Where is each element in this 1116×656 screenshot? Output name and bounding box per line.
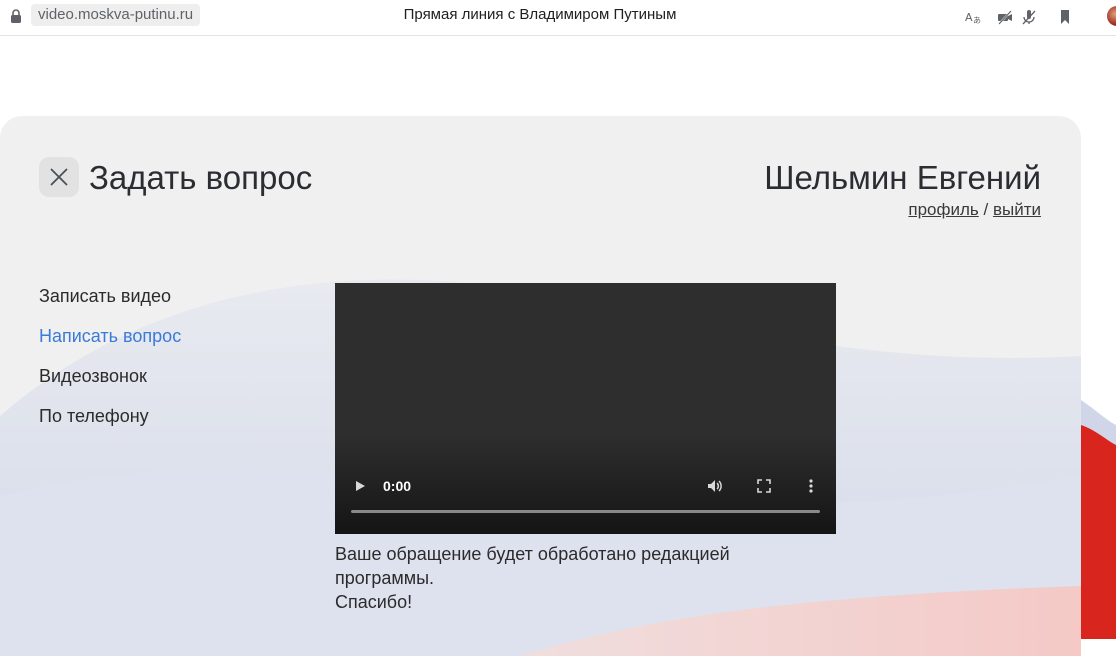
- logout-link[interactable]: выйти: [993, 200, 1041, 219]
- svg-text:あ: あ: [973, 16, 981, 25]
- video-time: 0:00: [383, 478, 412, 494]
- menu-item-by-phone[interactable]: По телефону: [39, 406, 181, 446]
- link-separator: /: [983, 200, 989, 219]
- more-options-icon[interactable]: [806, 478, 816, 494]
- page-title: Задать вопрос: [89, 159, 313, 196]
- bookmark-icon[interactable]: [1056, 8, 1074, 26]
- fullscreen-icon[interactable]: [756, 478, 772, 494]
- user-links: профиль / выйти: [908, 200, 1041, 220]
- close-button[interactable]: [39, 157, 79, 197]
- flag-decoration: [1081, 400, 1116, 639]
- profile-link[interactable]: профиль: [908, 200, 978, 219]
- browser-address-bar: video.moskva-putinu.ru Прямая линия с Вл…: [0, 0, 1116, 36]
- svg-text:A: A: [965, 11, 973, 24]
- video-progress-bar[interactable]: [351, 510, 820, 513]
- profile-avatar-icon[interactable]: [1107, 6, 1116, 26]
- user-name: Шельмин Евгений: [764, 159, 1041, 196]
- close-icon: [50, 168, 68, 186]
- mic-off-icon[interactable]: [1020, 8, 1038, 26]
- question-type-menu: Записать видео Написать вопрос Видеозвон…: [39, 286, 181, 446]
- menu-item-video-call[interactable]: Видеозвонок: [39, 366, 181, 406]
- question-card: Задать вопрос Шельмин Евгений профиль / …: [0, 116, 1081, 656]
- play-icon[interactable]: [353, 478, 367, 494]
- menu-item-record-video[interactable]: Записать видео: [39, 286, 181, 326]
- tab-title: Прямая линия с Владимиром Путиным: [403, 6, 677, 23]
- submission-notice: Ваше обращение будет обработано редакцие…: [335, 542, 775, 614]
- translate-icon[interactable]: Aあ: [964, 8, 982, 26]
- video-player[interactable]: 0:00: [335, 283, 836, 534]
- menu-item-write-question[interactable]: Написать вопрос: [39, 326, 181, 366]
- notice-thanks: Спасибо!: [335, 592, 413, 612]
- volume-icon[interactable]: [706, 477, 724, 495]
- notice-text: Ваше обращение будет обработано редакцие…: [335, 544, 730, 588]
- video-off-icon[interactable]: [996, 8, 1014, 26]
